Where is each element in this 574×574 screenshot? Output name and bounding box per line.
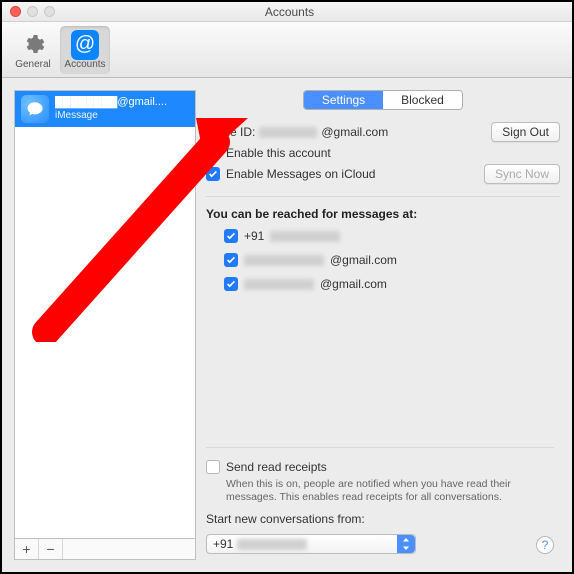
- tab-accounts-label: Accounts: [64, 59, 105, 70]
- sidebar-footer: + −: [14, 538, 196, 560]
- reach-checkbox-1[interactable]: [224, 253, 238, 267]
- help-button[interactable]: ?: [536, 536, 554, 554]
- apple-id-suffix: @gmail.com: [321, 125, 388, 139]
- read-receipts-label: Send read receipts: [226, 460, 327, 474]
- enable-account-checkbox[interactable]: [206, 146, 220, 160]
- apple-id-label: Apple ID:: [206, 125, 255, 139]
- minimize-window-button[interactable]: [27, 6, 38, 17]
- remove-account-button[interactable]: −: [39, 539, 63, 559]
- tab-general-label: General: [15, 59, 51, 70]
- tab-settings[interactable]: Settings: [304, 91, 383, 109]
- start-from-prefix: +91: [213, 537, 233, 551]
- window-title: Accounts: [55, 5, 524, 19]
- read-receipts-checkbox[interactable]: [206, 460, 220, 474]
- reach-heading: You can be reached for messages at:: [206, 207, 560, 221]
- tab-accounts[interactable]: @ Accounts: [60, 26, 110, 74]
- reach-redacted-1: [244, 255, 324, 266]
- divider: [206, 196, 560, 197]
- read-receipts-desc: When this is on, people are notified whe…: [206, 478, 554, 504]
- start-from-redacted: [237, 539, 307, 550]
- reach-checkbox-2[interactable]: [224, 277, 238, 291]
- reach-item[interactable]: @gmail.com: [224, 251, 560, 269]
- enable-icloud-label: Enable Messages on iCloud: [226, 167, 375, 181]
- apple-id-value-redacted: [259, 127, 317, 138]
- main-pane: Settings Blocked Apple ID: @gmail.com Si…: [206, 90, 560, 560]
- tab-general[interactable]: General: [8, 26, 58, 74]
- account-subtitle: iMessage: [55, 110, 185, 122]
- titlebar: Accounts: [2, 2, 572, 22]
- reach-redacted-0: [270, 231, 340, 242]
- reach-item[interactable]: @gmail.com: [224, 275, 560, 293]
- enable-account-label: Enable this account: [226, 146, 331, 160]
- divider: [206, 447, 554, 448]
- segmented-control: Settings Blocked: [303, 90, 463, 110]
- enable-icloud-checkbox[interactable]: [206, 167, 220, 181]
- reach-item[interactable]: +91: [224, 227, 560, 245]
- start-from-select[interactable]: +91: [206, 534, 416, 554]
- reach-checkbox-0[interactable]: [224, 229, 238, 243]
- reach-redacted-2: [244, 279, 314, 290]
- add-account-button[interactable]: +: [15, 539, 39, 559]
- account-row[interactable]: ████████@gmail.... iMessage: [15, 91, 195, 127]
- reach-suffix-1: @gmail.com: [330, 253, 397, 267]
- chevron-updown-icon: [397, 535, 415, 553]
- imessage-icon: [21, 95, 49, 123]
- tab-blocked[interactable]: Blocked: [383, 91, 462, 109]
- sign-out-button[interactable]: Sign Out: [491, 122, 560, 142]
- toolbar: General @ Accounts: [2, 22, 572, 78]
- reach-suffix-2: @gmail.com: [320, 277, 387, 291]
- gear-icon: [19, 31, 47, 59]
- zoom-window-button[interactable]: [44, 6, 55, 17]
- sync-now-button: Sync Now: [484, 164, 560, 184]
- start-from-label: Start new conversations from:: [206, 512, 365, 526]
- at-icon: @: [71, 31, 99, 59]
- account-title: ████████@gmail....: [55, 96, 185, 109]
- reach-prefix-0: +91: [244, 229, 264, 243]
- accounts-sidebar: ████████@gmail.... iMessage: [14, 90, 196, 538]
- close-window-button[interactable]: [10, 6, 21, 17]
